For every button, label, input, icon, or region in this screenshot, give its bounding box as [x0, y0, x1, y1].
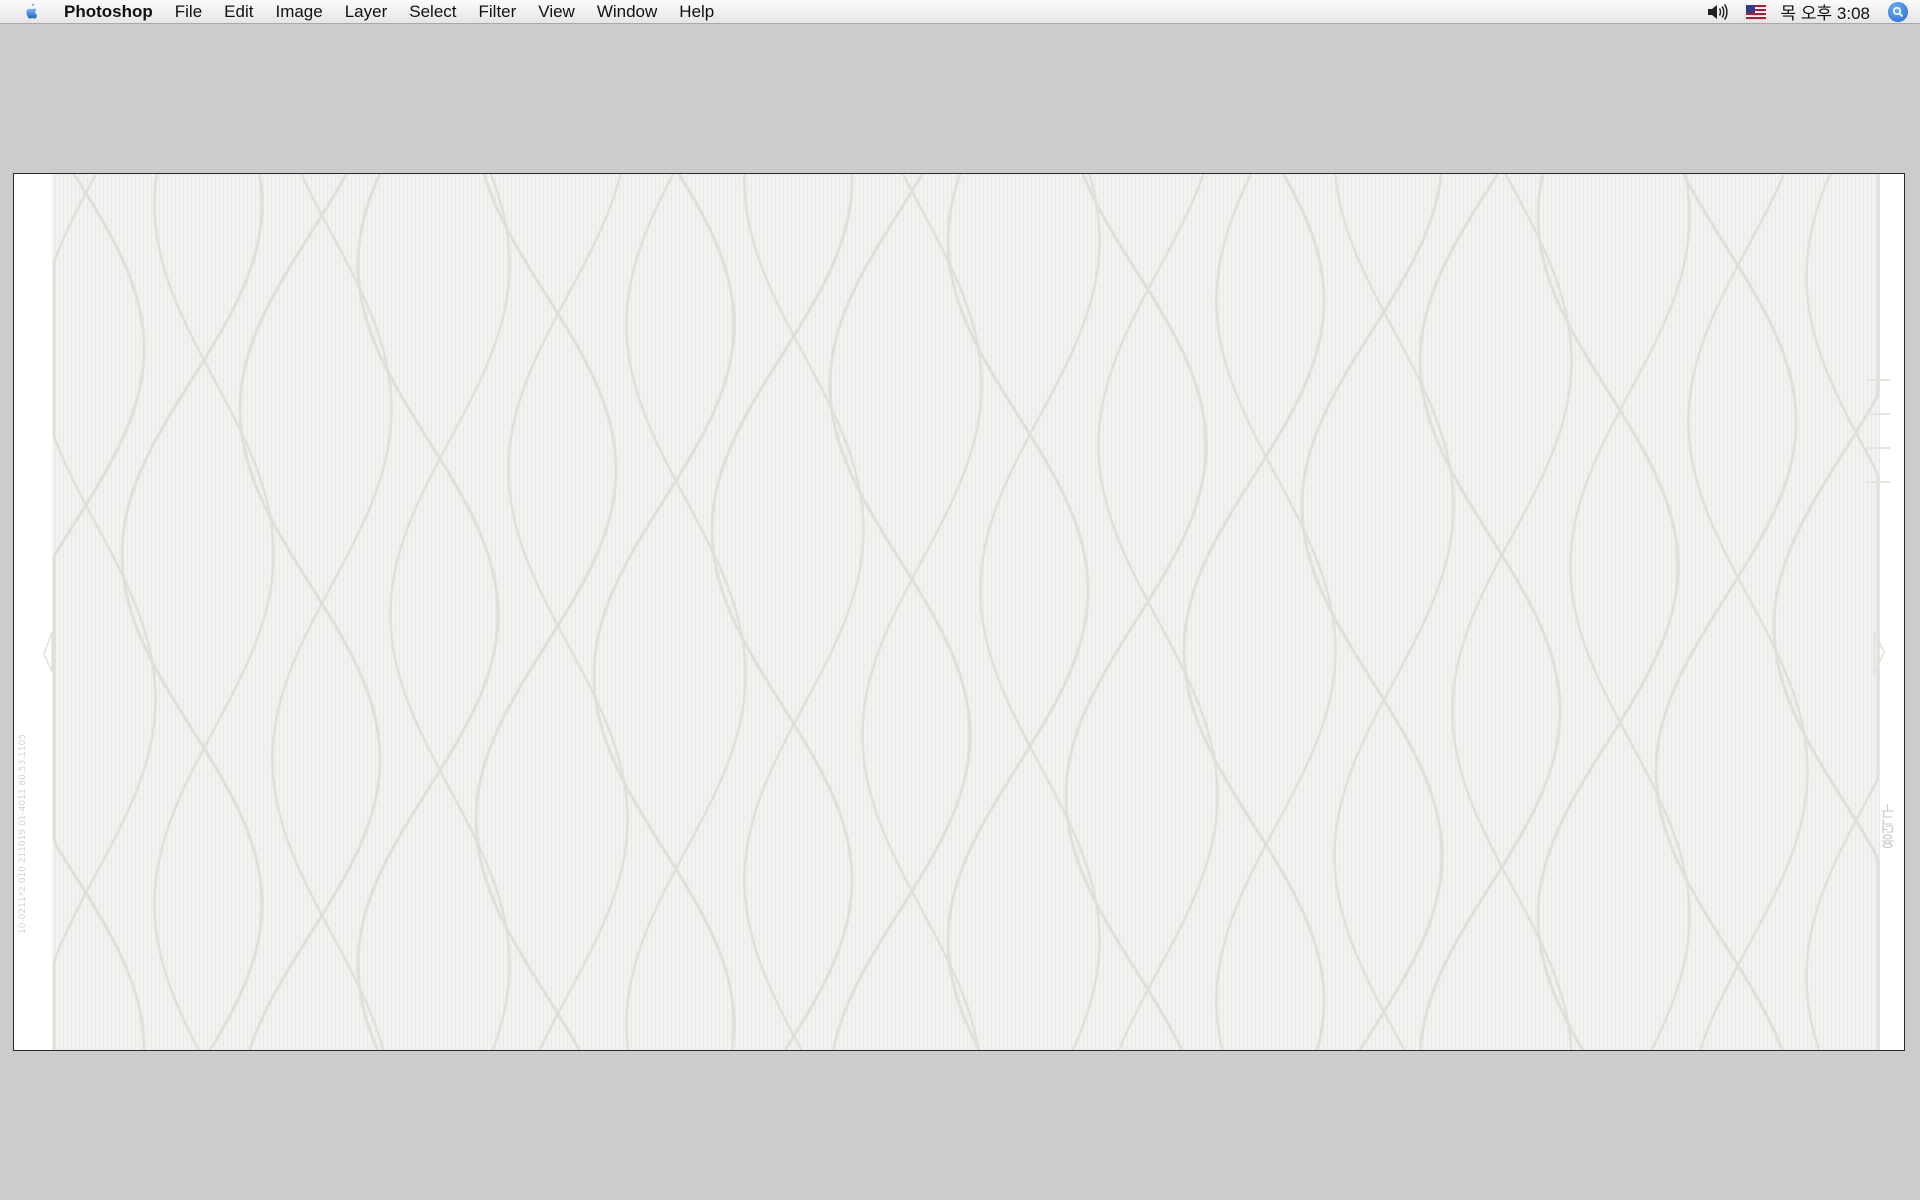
menu-select[interactable]: Select	[398, 0, 467, 23]
menu-layer[interactable]: Layer	[334, 0, 399, 23]
right-margin-text: 용덕구	[1879, 804, 1897, 849]
menu-bar: Photoshop File Edit Image Layer Select F…	[0, 0, 1920, 24]
menu-status-group: 목 오후 3:08	[1697, 0, 1920, 23]
menu-left-group: Photoshop File Edit Image Layer Select F…	[0, 0, 725, 23]
apple-logo-icon[interactable]	[20, 1, 42, 23]
us-flag-icon[interactable]	[1737, 0, 1775, 23]
left-margin-text: 10-0211*2.010 211019 01-4011 80.53.1105	[18, 734, 28, 934]
spotlight-search-icon[interactable]	[1888, 1, 1908, 22]
menu-help[interactable]: Help	[668, 0, 725, 23]
menu-file[interactable]: File	[164, 0, 213, 23]
menu-window[interactable]: Window	[586, 0, 668, 23]
menu-image[interactable]: Image	[264, 0, 333, 23]
document-canvas-window[interactable]: 10-0211*2.010 211019 01-4011 80.53.1105 …	[13, 173, 1905, 1051]
menu-app-name[interactable]: Photoshop	[60, 0, 164, 23]
menu-clock[interactable]: 목 오후 3:08	[1775, 0, 1882, 23]
wave-pattern-canvas	[14, 174, 1904, 1050]
menu-edit[interactable]: Edit	[213, 0, 264, 23]
menu-filter[interactable]: Filter	[468, 0, 528, 23]
speaker-volume-icon[interactable]	[1697, 0, 1737, 23]
menu-view[interactable]: View	[527, 0, 586, 23]
